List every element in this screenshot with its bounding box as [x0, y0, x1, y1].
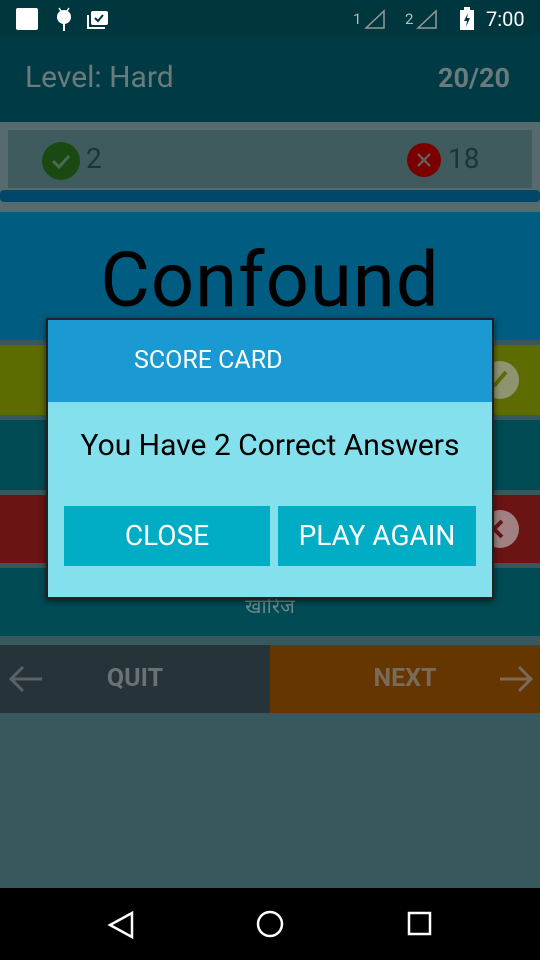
back-icon[interactable] — [106, 910, 136, 940]
home-icon[interactable] — [255, 909, 285, 939]
sim2-label: 2 — [405, 10, 414, 28]
dialog-title: SCORE CARD — [134, 346, 283, 375]
next-button[interactable]: NEXT — [270, 645, 540, 713]
notification-square-icon — [16, 8, 38, 30]
progress-bar — [0, 190, 540, 202]
wrong-count: 18 — [448, 142, 480, 175]
android-debug-icon — [57, 7, 71, 31]
clock: 7:00 — [486, 7, 525, 31]
arrow-left-icon — [8, 665, 42, 693]
sim1-label: 1 — [353, 10, 362, 28]
dialog-message: You Have 2 Correct Answers — [80, 428, 460, 463]
correct-count: 2 — [86, 142, 102, 175]
level-label: Level: Hard — [25, 60, 174, 95]
quit-label: QUIT — [106, 664, 164, 693]
task-icon — [87, 11, 108, 29]
status-bar: 1 2 7:00 — [0, 0, 540, 38]
recents-icon[interactable] — [407, 911, 433, 937]
quit-button[interactable]: QUIT — [0, 645, 270, 713]
navigation-bar — [0, 888, 540, 960]
dialog-header: SCORE CARD — [48, 320, 492, 402]
play-again-button[interactable]: PLAY AGAIN — [278, 506, 476, 566]
signal-icon — [364, 9, 385, 29]
question-counter: 20/20 — [438, 62, 510, 94]
signal-icon — [416, 9, 437, 29]
battery-charging-icon — [460, 7, 474, 30]
wrong-icon — [407, 143, 441, 177]
question-word: Confound — [100, 235, 440, 325]
next-label: NEXT — [373, 664, 437, 693]
close-button[interactable]: CLOSE — [64, 506, 270, 566]
score-card-dialog: SCORE CARD You Have 2 Correct Answers CL… — [46, 318, 494, 599]
app-bar: Level: Hard 20/20 — [0, 38, 540, 122]
arrow-right-icon — [500, 665, 534, 693]
correct-icon — [42, 142, 80, 180]
